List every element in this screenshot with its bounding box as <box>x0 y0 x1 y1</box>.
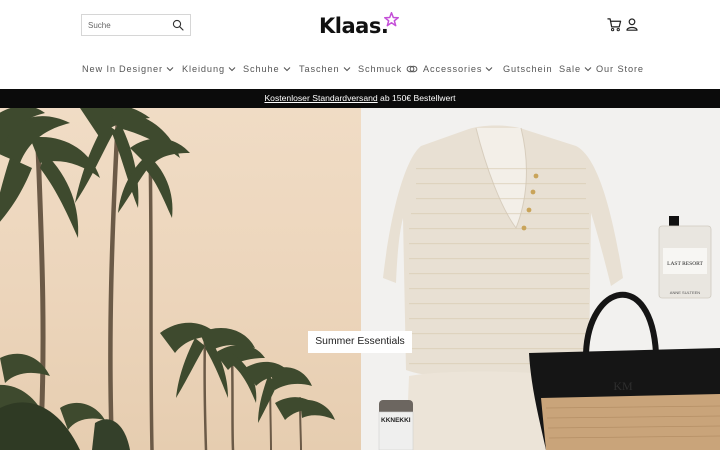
chevron-down-icon <box>166 66 174 71</box>
user-icon[interactable] <box>626 18 638 31</box>
hero-image-palms[interactable] <box>0 108 361 450</box>
nav-label: Designer <box>119 64 163 74</box>
search-input[interactable] <box>82 15 170 35</box>
nav-label: Taschen <box>299 64 340 74</box>
nav-label: Gutschein <box>503 64 553 74</box>
chevron-down-icon <box>283 66 290 71</box>
site-logo[interactable]: Klaas. <box>319 12 403 41</box>
perfume-brand: ANNE SULTEEN <box>670 290 700 295</box>
nav-item-schmuck[interactable]: Schmuck <box>358 62 418 76</box>
logo-text: Klaas. <box>319 14 389 38</box>
chevron-down-icon <box>343 66 350 71</box>
page: Klaas. New In Designer Kleidung <box>0 0 720 450</box>
promo-text: ab 150€ Bestellwert <box>377 93 456 103</box>
ring-icon <box>406 65 418 72</box>
star-icon <box>384 12 399 27</box>
nav-label: New In <box>82 64 116 74</box>
cart-icon[interactable] <box>607 17 622 32</box>
free-shipping-link[interactable]: Kostenloser Standardversand <box>264 93 377 103</box>
nav-item-our-store[interactable]: Our Store <box>596 62 644 76</box>
chevron-down-icon <box>486 66 493 71</box>
nav-label: Accessories <box>423 64 483 74</box>
nav-label: Schuhe <box>243 64 280 74</box>
nav-item-designer[interactable]: Designer <box>119 62 174 76</box>
nav-label: Kleidung <box>182 64 225 74</box>
products-image: KKNEKKI LAST RESORT ANNE SULTEEN KM <box>378 125 720 450</box>
nav-item-gutschein[interactable]: Gutschein <box>503 62 552 76</box>
nav-item-sale[interactable]: Sale <box>559 62 592 76</box>
nav-item-accessories[interactable]: Accessories <box>423 62 493 76</box>
palm-trees-image <box>0 108 335 450</box>
search-icon[interactable] <box>172 19 184 31</box>
perfume-label: LAST RESORT <box>667 261 703 267</box>
chevron-down-icon <box>228 66 236 71</box>
promo-bar: Kostenloser Standardversand ab 150€ Best… <box>0 89 720 108</box>
search-box[interactable] <box>81 14 191 36</box>
hero-image-products[interactable]: KKNEKKI LAST RESORT ANNE SULTEEN KM <box>361 108 720 450</box>
nav-item-kleidung[interactable]: Kleidung <box>182 62 236 76</box>
nav-label: Schmuck <box>358 64 403 74</box>
nav-label: Sale <box>559 64 581 74</box>
nav-label: Our Store <box>596 64 644 74</box>
hair-tie-label: KKNEKKI <box>381 417 411 424</box>
hero-banner: KKNEKKI LAST RESORT ANNE SULTEEN KM Summ… <box>0 108 720 450</box>
nav-item-schuhe[interactable]: Schuhe <box>243 62 291 76</box>
nav-item-taschen[interactable]: Taschen <box>299 62 351 76</box>
summer-essentials-button[interactable]: Summer Essentials <box>308 331 412 353</box>
site-header: Klaas. New In Designer Kleidung <box>0 0 720 89</box>
svg-text:KM: KM <box>613 379 633 393</box>
chevron-down-icon <box>584 66 592 71</box>
nav-item-new-in[interactable]: New In <box>82 62 116 76</box>
